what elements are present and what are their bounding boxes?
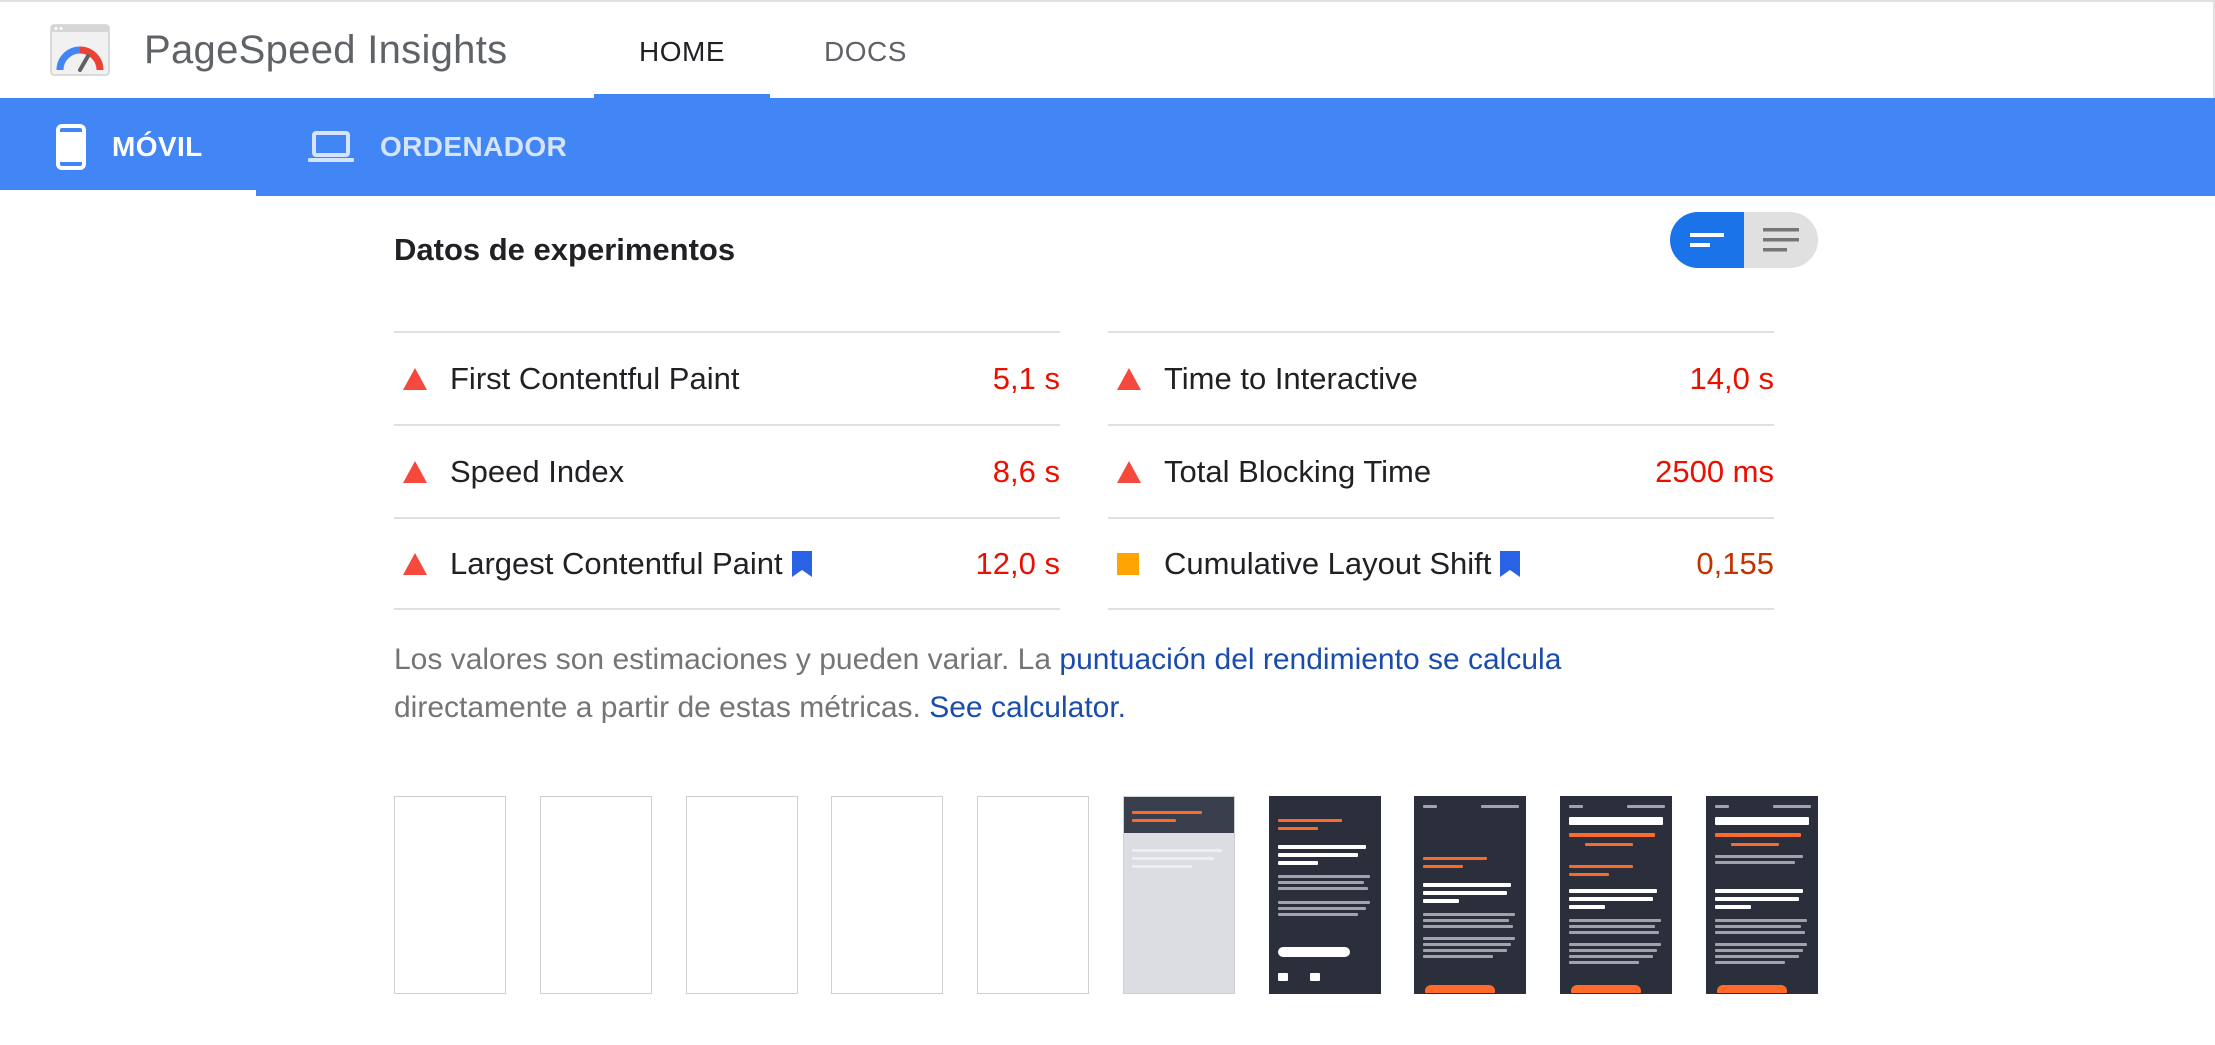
tab-desktop-label: ORDENADOR	[380, 131, 568, 162]
compact-view-button[interactable]	[1670, 212, 1744, 268]
pagespeed-logo-icon[interactable]	[50, 24, 110, 78]
see-calculator-link[interactable]: See calculator.	[929, 691, 1126, 724]
metric-name: Time to Interactive	[1164, 360, 1418, 396]
filmstrip-frame	[540, 796, 652, 994]
tab-mobile-label: MÓVIL	[112, 131, 203, 162]
fail-triangle-icon	[394, 367, 450, 391]
metric-row: First Contentful Paint 5,1 s	[394, 331, 1060, 424]
metric-row: Cumulative Layout Shift 0,155	[1108, 517, 1774, 610]
tab-mobile[interactable]: MÓVIL	[56, 98, 203, 196]
metric-value: 8,6 s	[992, 453, 1060, 489]
filmstrip-frame	[1123, 796, 1235, 994]
metric-name: First Contentful Paint	[450, 360, 740, 396]
filmstrip-frame	[686, 796, 798, 994]
filmstrip-frame	[1414, 796, 1526, 994]
list-view-button[interactable]	[1744, 212, 1818, 268]
tab-desktop[interactable]: ORDENADOR	[308, 98, 567, 196]
fail-triangle-icon	[394, 552, 450, 576]
bookmark-icon[interactable]	[791, 550, 813, 578]
metric-row: Time to Interactive 14,0 s	[1108, 331, 1774, 424]
metric-name: Largest Contentful Paint	[450, 546, 813, 582]
bookmark-icon[interactable]	[1499, 550, 1521, 578]
nav-tab-docs[interactable]: DOCS	[824, 36, 907, 68]
nav-tab-home[interactable]: HOME	[594, 36, 770, 68]
average-square-icon	[1108, 552, 1164, 576]
performance-score-link[interactable]: puntuación del rendimiento se calcula	[1059, 643, 1561, 676]
list-view-icon	[1763, 228, 1799, 252]
smartphone-icon	[56, 124, 86, 170]
view-toggle	[1670, 212, 1818, 268]
app-title[interactable]: PageSpeed Insights	[144, 28, 507, 73]
metrics-column-right: Time to Interactive 14,0 s Total Blockin…	[1108, 331, 1774, 610]
fail-triangle-icon	[1108, 367, 1164, 391]
filmstrip-frame	[1269, 796, 1381, 994]
metric-name: Speed Index	[450, 453, 625, 489]
tab-active-indicator	[0, 190, 256, 196]
laptop-icon	[308, 131, 354, 162]
metrics-column-left: First Contentful Paint 5,1 s Speed Index…	[394, 331, 1060, 610]
metric-value: 0,155	[1696, 545, 1774, 581]
metric-name: Cumulative Layout Shift	[1164, 546, 1521, 582]
note-text: Los valores son estimaciones y pueden va…	[394, 643, 1060, 676]
filmstrip-frame	[1706, 796, 1818, 994]
fail-triangle-icon	[1108, 460, 1164, 484]
filmstrip-frame	[1560, 796, 1672, 994]
filmstrip-frame	[394, 796, 506, 994]
compact-view-icon	[1690, 233, 1724, 247]
metric-value: 12,0 s	[975, 545, 1060, 581]
note-text: directamente a partir de estas métricas.	[394, 691, 930, 724]
metric-value: 14,0 s	[1689, 360, 1774, 396]
metric-value: 2500 ms	[1655, 453, 1774, 489]
metric-row: Total Blocking Time 2500 ms	[1108, 424, 1774, 517]
metrics-note: Los valores son estimaciones y pueden va…	[394, 636, 1694, 732]
filmstrip-frame	[977, 796, 1089, 994]
metric-name: Total Blocking Time	[1164, 453, 1432, 489]
top-header: PageSpeed Insights HOME DOCS	[0, 0, 2215, 99]
fail-triangle-icon	[394, 460, 450, 484]
device-tab-bar: MÓVIL ORDENADOR	[0, 98, 2215, 196]
filmstrip-frame	[831, 796, 943, 994]
metric-row: Speed Index 8,6 s	[394, 424, 1060, 517]
metric-value: 5,1 s	[992, 360, 1060, 396]
section-title: Datos de experimentos	[394, 232, 736, 267]
metric-row: Largest Contentful Paint 12,0 s	[394, 517, 1060, 610]
